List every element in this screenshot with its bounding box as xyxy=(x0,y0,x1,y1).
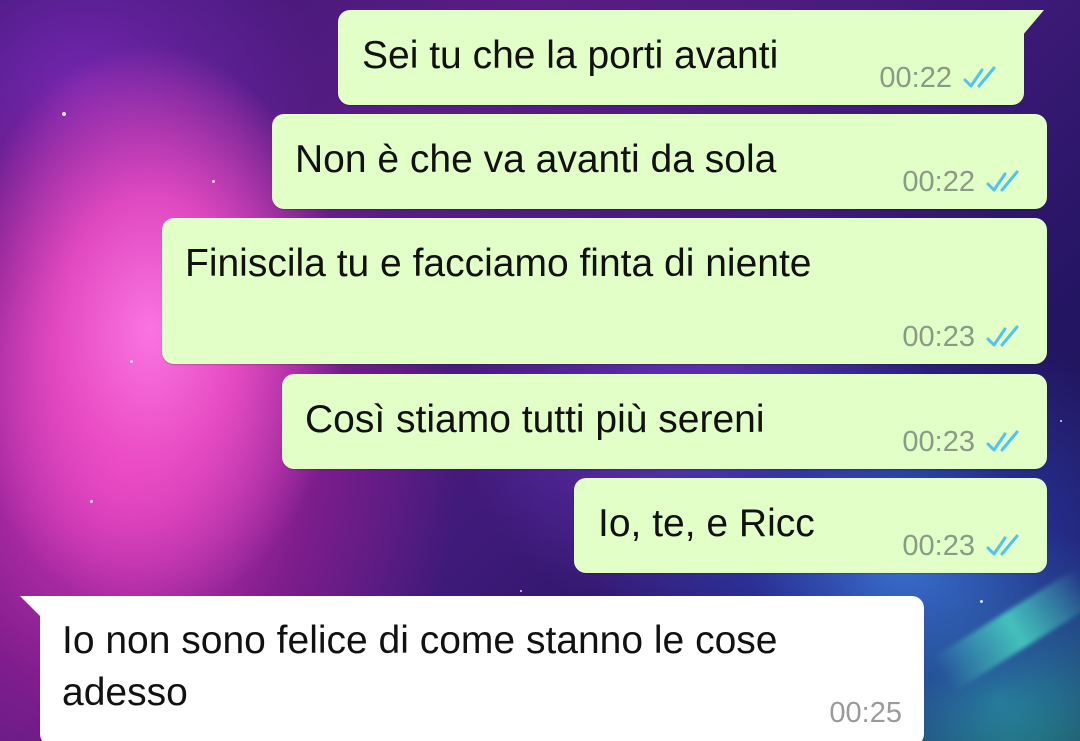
double-check-read-icon xyxy=(986,170,1019,192)
message-time: 00:23 xyxy=(902,426,975,458)
message-time: 00:23 xyxy=(902,321,975,353)
message-list[interactable]: Sei tu che la porti avanti 00:22 Non è c… xyxy=(0,0,1080,741)
double-check-read-icon xyxy=(986,534,1019,556)
incoming-message-bubble[interactable]: Io non sono felice di come stanno le cos… xyxy=(20,596,924,741)
message-text: Finiscila tu e facciamo finta di niente xyxy=(185,242,812,285)
double-check-read-icon xyxy=(986,325,1019,347)
outgoing-message-bubble[interactable]: Non è che va avanti da sola 00:22 xyxy=(272,114,1047,209)
message-meta: 00:25 xyxy=(829,698,902,728)
message-time: 00:22 xyxy=(902,166,975,198)
message-text: Non è che va avanti da sola xyxy=(295,138,777,181)
message-text: Io, te, e Ricc xyxy=(598,502,815,545)
message-text: Così stiamo tutti più sereni xyxy=(305,398,765,441)
message-text: Sei tu che la porti avanti xyxy=(362,34,779,77)
double-check-read-icon xyxy=(963,66,996,88)
outgoing-message-bubble[interactable]: Io, te, e Ricc 00:23 xyxy=(574,478,1047,573)
message-time: 00:25 xyxy=(829,697,902,729)
outgoing-message-bubble[interactable]: Finiscila tu e facciamo finta di niente … xyxy=(162,218,1047,364)
double-check-read-icon xyxy=(986,430,1019,452)
message-time: 00:22 xyxy=(879,62,952,94)
message-meta: 00:23 xyxy=(902,322,1025,352)
message-text-line-1: Io non sono felice di come stanno le cos… xyxy=(62,619,778,662)
bubble-tail xyxy=(20,596,42,618)
message-meta: 00:22 xyxy=(879,63,1002,93)
message-text-line-2: adesso xyxy=(62,671,188,714)
message-meta: 00:22 xyxy=(902,167,1025,197)
message-time: 00:23 xyxy=(902,530,975,562)
message-meta: 00:23 xyxy=(902,427,1025,457)
message-meta: 00:23 xyxy=(902,531,1025,561)
outgoing-message-bubble[interactable]: Così stiamo tutti più sereni 00:23 xyxy=(282,374,1047,469)
outgoing-message-bubble[interactable]: Sei tu che la porti avanti 00:22 xyxy=(338,10,1044,105)
bubble-tail xyxy=(1022,10,1044,36)
